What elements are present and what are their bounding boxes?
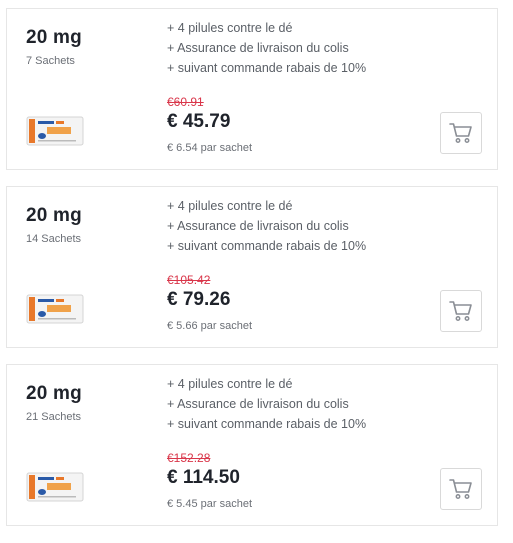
add-to-cart-button[interactable] bbox=[440, 290, 482, 332]
product-package-icon bbox=[26, 294, 84, 324]
price-per-unit: € 6.54 par sachet bbox=[167, 142, 253, 154]
feature-item: + suivant commande rabais de 10% bbox=[167, 239, 367, 253]
feature-item: + Assurance de livraison du colis bbox=[167, 41, 349, 55]
feature-item: + 4 pilules contre le dé bbox=[167, 199, 293, 213]
product-package-icon bbox=[26, 472, 84, 502]
price-per-unit: € 5.66 par sachet bbox=[167, 320, 253, 332]
current-price: € 45.79 bbox=[167, 111, 231, 132]
feature-item: + suivant commande rabais de 10% bbox=[167, 417, 367, 431]
feature-list: + 4 pilules contre le dé + Assurance de … bbox=[167, 18, 366, 78]
old-price: €60.91 bbox=[167, 95, 204, 109]
current-price: € 114.50 bbox=[167, 467, 240, 488]
feature-list: + 4 pilules contre le dé + Assurance de … bbox=[167, 374, 366, 434]
product-card: 20 mg 7 Sachets + 4 pilules contre le dé… bbox=[6, 8, 498, 170]
product-quantity: 7 Sachets bbox=[26, 55, 75, 67]
product-list: 20 mg 7 Sachets + 4 pilules contre le dé… bbox=[0, 0, 513, 543]
old-price: €152.28 bbox=[167, 451, 211, 465]
feature-item: + suivant commande rabais de 10% bbox=[167, 61, 367, 75]
product-dose: 20 mg bbox=[26, 383, 82, 404]
product-quantity: 21 Sachets bbox=[26, 411, 82, 423]
feature-list: + 4 pilules contre le dé + Assurance de … bbox=[167, 196, 366, 256]
add-to-cart-button[interactable] bbox=[440, 468, 482, 510]
cart-icon bbox=[449, 301, 472, 321]
feature-item: + 4 pilules contre le dé bbox=[167, 377, 293, 391]
product-dose: 20 mg bbox=[26, 205, 82, 226]
product-dose: 20 mg bbox=[26, 27, 82, 48]
cart-icon bbox=[449, 123, 472, 143]
product-quantity: 14 Sachets bbox=[26, 233, 82, 245]
feature-item: + 4 pilules contre le dé bbox=[167, 21, 293, 35]
feature-item: + Assurance de livraison du colis bbox=[167, 397, 349, 411]
price-per-unit: € 5.45 par sachet bbox=[167, 498, 253, 510]
product-package-icon bbox=[26, 116, 84, 146]
product-card: 20 mg 14 Sachets + 4 pilules contre le d… bbox=[6, 186, 498, 348]
current-price: € 79.26 bbox=[167, 289, 231, 310]
cart-icon bbox=[449, 479, 472, 499]
add-to-cart-button[interactable] bbox=[440, 112, 482, 154]
feature-item: + Assurance de livraison du colis bbox=[167, 219, 349, 233]
product-card: 20 mg 21 Sachets + 4 pilules contre le d… bbox=[6, 364, 498, 526]
old-price: €105.42 bbox=[167, 273, 211, 287]
